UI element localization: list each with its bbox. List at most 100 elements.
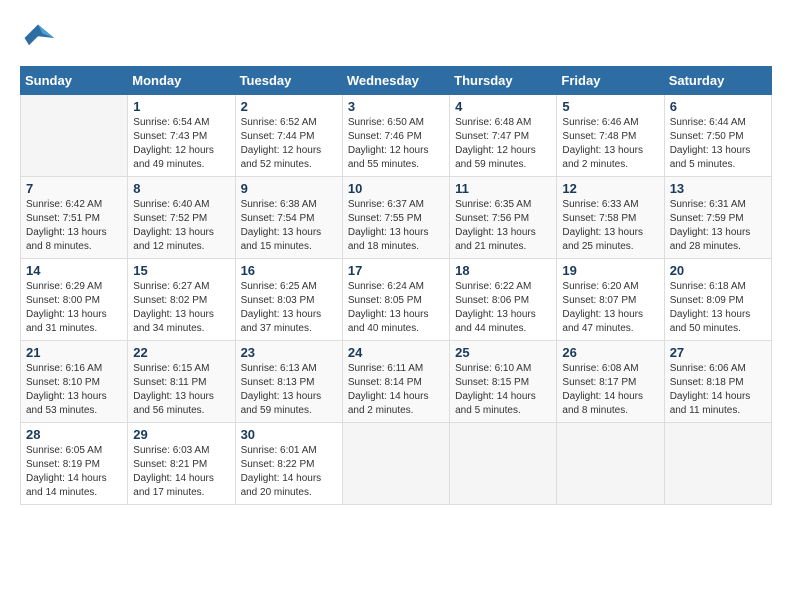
day-number: 23 [241,345,337,360]
day-info: Sunrise: 6:27 AMSunset: 8:02 PMDaylight:… [133,280,229,336]
calendar-cell: 14 Sunrise: 6:29 AMSunset: 8:00 PMDayligh… [21,259,128,341]
calendar-cell: 21 Sunrise: 6:16 AMSunset: 8:10 PMDayligh… [21,341,128,423]
column-header-wednesday: Wednesday [342,67,449,95]
day-info: Sunrise: 6:03 AMSunset: 8:21 PMDaylight:… [133,444,229,500]
day-number: 7 [26,181,122,196]
day-number: 3 [348,99,444,114]
column-header-tuesday: Tuesday [235,67,342,95]
calendar-cell: 24 Sunrise: 6:11 AMSunset: 8:14 PMDayligh… [342,341,449,423]
day-info: Sunrise: 6:50 AMSunset: 7:46 PMDaylight:… [348,116,444,172]
day-number: 19 [562,263,658,278]
calendar-cell: 30 Sunrise: 6:01 AMSunset: 8:22 PMDayligh… [235,423,342,505]
day-number: 15 [133,263,229,278]
day-number: 10 [348,181,444,196]
day-info: Sunrise: 6:37 AMSunset: 7:55 PMDaylight:… [348,198,444,254]
column-header-saturday: Saturday [664,67,771,95]
page-header [20,20,772,56]
day-number: 18 [455,263,551,278]
calendar-cell: 29 Sunrise: 6:03 AMSunset: 8:21 PMDayligh… [128,423,235,505]
calendar-cell: 1 Sunrise: 6:54 AMSunset: 7:43 PMDaylight… [128,95,235,177]
day-number: 24 [348,345,444,360]
day-info: Sunrise: 6:10 AMSunset: 8:15 PMDaylight:… [455,362,551,418]
calendar-cell: 11Sunrise: 6:35 AMSunset: 7:56 PMDayligh… [450,177,557,259]
calendar-cell [450,423,557,505]
week-row-2: 14 Sunrise: 6:29 AMSunset: 8:00 PMDayligh… [21,259,772,341]
day-number: 21 [26,345,122,360]
day-info: Sunrise: 6:20 AMSunset: 8:07 PMDaylight:… [562,280,658,336]
calendar-cell: 18Sunrise: 6:22 AMSunset: 8:06 PMDayligh… [450,259,557,341]
calendar-cell: 7 Sunrise: 6:42 AMSunset: 7:51 PMDaylight… [21,177,128,259]
calendar-cell: 17Sunrise: 6:24 AMSunset: 8:05 PMDayligh… [342,259,449,341]
column-header-thursday: Thursday [450,67,557,95]
day-info: Sunrise: 6:08 AMSunset: 8:17 PMDaylight:… [562,362,658,418]
calendar-cell [21,95,128,177]
day-number: 30 [241,427,337,442]
day-info: Sunrise: 6:29 AMSunset: 8:00 PMDaylight:… [26,280,122,336]
week-row-4: 28 Sunrise: 6:05 AMSunset: 8:19 PMDayligh… [21,423,772,505]
day-number: 27 [670,345,766,360]
day-info: Sunrise: 6:52 AMSunset: 7:44 PMDaylight:… [241,116,337,172]
week-row-1: 7 Sunrise: 6:42 AMSunset: 7:51 PMDaylight… [21,177,772,259]
day-info: Sunrise: 6:31 AMSunset: 7:59 PMDaylight:… [670,198,766,254]
calendar-cell: 5 Sunrise: 6:46 AMSunset: 7:48 PMDaylight… [557,95,664,177]
day-info: Sunrise: 6:46 AMSunset: 7:48 PMDaylight:… [562,116,658,172]
calendar-cell: 6 Sunrise: 6:44 AMSunset: 7:50 PMDaylight… [664,95,771,177]
day-info: Sunrise: 6:48 AMSunset: 7:47 PMDaylight:… [455,116,551,172]
week-row-0: 1 Sunrise: 6:54 AMSunset: 7:43 PMDaylight… [21,95,772,177]
day-number: 20 [670,263,766,278]
day-info: Sunrise: 6:16 AMSunset: 8:10 PMDaylight:… [26,362,122,418]
day-info: Sunrise: 6:06 AMSunset: 8:18 PMDaylight:… [670,362,766,418]
calendar-cell: 15 Sunrise: 6:27 AMSunset: 8:02 PMDayligh… [128,259,235,341]
calendar-cell: 25Sunrise: 6:10 AMSunset: 8:15 PMDayligh… [450,341,557,423]
day-info: Sunrise: 6:33 AMSunset: 7:58 PMDaylight:… [562,198,658,254]
calendar-cell: 4 Sunrise: 6:48 AMSunset: 7:47 PMDaylight… [450,95,557,177]
calendar-cell [342,423,449,505]
day-number: 11 [455,181,551,196]
logo [20,20,62,56]
day-number: 12 [562,181,658,196]
day-number: 6 [670,99,766,114]
day-number: 13 [670,181,766,196]
day-number: 4 [455,99,551,114]
calendar-cell [557,423,664,505]
calendar-cell: 19 Sunrise: 6:20 AMSunset: 8:07 PMDayligh… [557,259,664,341]
calendar-cell [664,423,771,505]
calendar-cell: 27 Sunrise: 6:06 AMSunset: 8:18 PMDayligh… [664,341,771,423]
column-header-monday: Monday [128,67,235,95]
day-number: 5 [562,99,658,114]
day-number: 22 [133,345,229,360]
day-number: 29 [133,427,229,442]
day-info: Sunrise: 6:54 AMSunset: 7:43 PMDaylight:… [133,116,229,172]
calendar-cell: 13 Sunrise: 6:31 AMSunset: 7:59 PMDayligh… [664,177,771,259]
calendar-cell: 9Sunrise: 6:38 AMSunset: 7:54 PMDaylight… [235,177,342,259]
calendar-cell: 8 Sunrise: 6:40 AMSunset: 7:52 PMDaylight… [128,177,235,259]
day-number: 14 [26,263,122,278]
day-number: 26 [562,345,658,360]
calendar-cell: 10 Sunrise: 6:37 AMSunset: 7:55 PMDayligh… [342,177,449,259]
day-info: Sunrise: 6:40 AMSunset: 7:52 PMDaylight:… [133,198,229,254]
day-info: Sunrise: 6:01 AMSunset: 8:22 PMDaylight:… [241,444,337,500]
day-number: 28 [26,427,122,442]
day-info: Sunrise: 6:13 AMSunset: 8:13 PMDaylight:… [241,362,337,418]
calendar-cell: 2 Sunrise: 6:52 AMSunset: 7:44 PMDaylight… [235,95,342,177]
day-info: Sunrise: 6:05 AMSunset: 8:19 PMDaylight:… [26,444,122,500]
day-number: 2 [241,99,337,114]
calendar-cell: 23 Sunrise: 6:13 AMSunset: 8:13 PMDayligh… [235,341,342,423]
calendar-table: SundayMondayTuesdayWednesdayThursdayFrid… [20,66,772,505]
day-info: Sunrise: 6:44 AMSunset: 7:50 PMDaylight:… [670,116,766,172]
day-number: 17 [348,263,444,278]
day-info: Sunrise: 6:25 AMSunset: 8:03 PMDaylight:… [241,280,337,336]
calendar-cell: 20 Sunrise: 6:18 AMSunset: 8:09 PMDayligh… [664,259,771,341]
week-row-3: 21 Sunrise: 6:16 AMSunset: 8:10 PMDayligh… [21,341,772,423]
calendar-cell: 12 Sunrise: 6:33 AMSunset: 7:58 PMDayligh… [557,177,664,259]
column-header-friday: Friday [557,67,664,95]
day-info: Sunrise: 6:11 AMSunset: 8:14 PMDaylight:… [348,362,444,418]
header-row: SundayMondayTuesdayWednesdayThursdayFrid… [21,67,772,95]
day-info: Sunrise: 6:18 AMSunset: 8:09 PMDaylight:… [670,280,766,336]
day-number: 1 [133,99,229,114]
day-info: Sunrise: 6:42 AMSunset: 7:51 PMDaylight:… [26,198,122,254]
calendar-cell: 28 Sunrise: 6:05 AMSunset: 8:19 PMDayligh… [21,423,128,505]
day-number: 8 [133,181,229,196]
logo-icon [20,20,56,56]
day-info: Sunrise: 6:15 AMSunset: 8:11 PMDaylight:… [133,362,229,418]
